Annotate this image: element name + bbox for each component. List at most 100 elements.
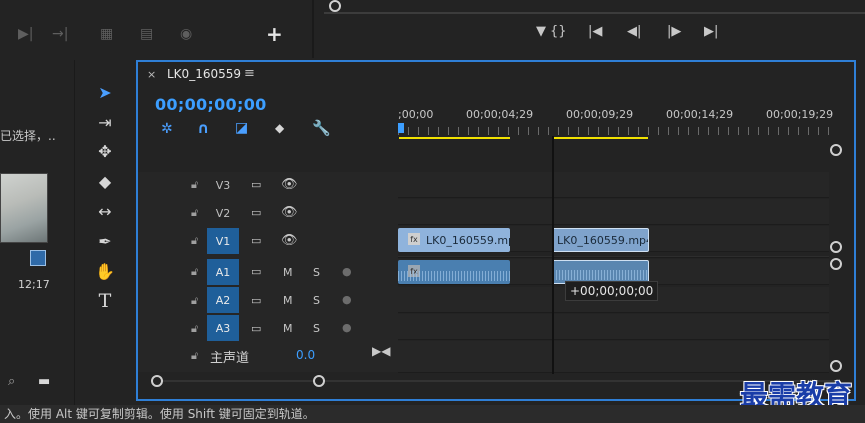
work-area-bar[interactable] [399, 137, 510, 139]
video-clip[interactable]: LK0_160559.mp4 [552, 228, 649, 252]
step-forward-disabled-icon: ▶| [18, 26, 34, 42]
mic-icon[interactable]: ● [342, 321, 352, 334]
add-button[interactable]: + [266, 24, 283, 44]
selection-status: 已选择，.. [0, 129, 56, 143]
step-back-icon[interactable]: ◀| [627, 25, 641, 38]
ruler-label: 00;00;14;29 [666, 108, 734, 121]
track-target-a3[interactable]: A3 [207, 315, 239, 341]
eye-icon[interactable]: 👁︎ [281, 205, 298, 220]
program-scrub-bar[interactable] [324, 12, 865, 14]
sequence-tab-title[interactable]: LK0_160559 [167, 67, 241, 81]
audio-clip[interactable]: fx [398, 260, 510, 284]
ruler-ticks [398, 127, 830, 135]
master-volume-value[interactable]: 0.0 [296, 348, 315, 362]
playhead-line[interactable] [552, 136, 554, 374]
thumbnail-duration: 12;17 [18, 278, 50, 291]
hand-tool-icon[interactable]: ✋ [90, 259, 120, 283]
scroll-handle-left[interactable] [151, 375, 163, 387]
track-target-v1[interactable]: V1 [207, 228, 239, 254]
ruler-label: ;00;00 [398, 108, 434, 121]
panel-menu-icon[interactable]: ≡ [244, 66, 255, 81]
mute-button[interactable]: M [283, 294, 293, 307]
close-tab-icon[interactable]: × [147, 68, 156, 81]
type-tool-icon[interactable]: T [90, 289, 120, 313]
playhead-timecode[interactable]: 00;00;00;00 [155, 95, 267, 114]
scroll-handle-right[interactable] [313, 375, 325, 387]
sync-lock-icon[interactable]: ▭ [251, 178, 261, 191]
track-lane-v3[interactable] [398, 172, 829, 198]
solo-button[interactable]: S [313, 322, 320, 335]
eye-icon[interactable]: 👁︎ [281, 233, 298, 248]
sync-lock-icon[interactable]: ▭ [251, 206, 261, 219]
audio-waveform [553, 270, 648, 280]
zoom-handle[interactable] [830, 241, 842, 253]
go-to-in-icon[interactable]: |◀ [588, 25, 602, 38]
mic-icon[interactable]: ● [342, 265, 352, 278]
fx-badge-icon: fx [408, 233, 420, 245]
status-bar: 入。使用 Alt 键可复制剪辑。使用 Shift 键可固定到轨道。 [0, 405, 865, 423]
mute-button[interactable]: M [283, 266, 293, 279]
lock-icon[interactable]: 🔓︎ [191, 206, 198, 220]
zoom-handle[interactable] [830, 258, 842, 270]
horizontal-scrollbar[interactable] [162, 380, 836, 382]
track-lane-a3[interactable] [398, 314, 829, 340]
track-target-a2[interactable]: A2 [207, 287, 239, 313]
ripple-edit-tool-icon[interactable]: ✥ [90, 139, 120, 163]
clip-name: LK0_160559.mp [426, 233, 510, 247]
clip-thumbnail[interactable] [0, 173, 48, 243]
go-to-end-icon[interactable]: ▶◀ [372, 344, 390, 358]
zoom-handle[interactable] [830, 360, 842, 372]
slip-tool-icon[interactable]: ↔ [90, 199, 120, 223]
insert-disabled-icon: →| [52, 26, 69, 42]
track-target-a1[interactable]: A1 [207, 259, 239, 285]
solo-button[interactable]: S [313, 294, 320, 307]
mic-icon[interactable]: ● [342, 293, 352, 306]
ruler-label: 00;00;09;29 [566, 108, 634, 121]
lock-icon[interactable]: 🔓︎ [191, 294, 198, 308]
track-lane-master[interactable] [398, 341, 829, 373]
folder-icon[interactable]: ▬ [38, 374, 50, 389]
sequence-badge-icon [30, 250, 46, 266]
mute-button[interactable]: M [283, 322, 293, 335]
ruler-label: 00;00;04;29 [466, 108, 534, 121]
pen-tool-icon[interactable]: ✒ [90, 229, 120, 253]
go-to-out-icon[interactable]: ▶| [704, 25, 718, 38]
track-select-tool-icon[interactable]: ⇥ [90, 110, 120, 134]
search-icon[interactable]: ⌕ [8, 374, 15, 389]
step-forward-icon[interactable]: |▶ [667, 25, 681, 38]
add-marker-icon[interactable]: ◆ [275, 121, 284, 135]
track-lane-v2[interactable] [398, 199, 829, 225]
video-clip[interactable]: fx LK0_160559.mp [398, 228, 510, 252]
sync-lock-icon[interactable]: ▭ [251, 322, 261, 335]
sync-lock-icon[interactable]: ▭ [251, 265, 261, 278]
track-divider[interactable] [398, 256, 829, 258]
mark-in-out-icon[interactable]: {} [550, 25, 567, 38]
eye-icon[interactable]: 👁︎ [281, 177, 298, 192]
settings-wrench-icon[interactable]: 🔧 [312, 119, 331, 137]
lock-icon[interactable]: 🔓︎ [191, 178, 198, 192]
track-target-v2[interactable]: V2 [207, 200, 239, 226]
add-marker-icon[interactable]: ▼ [536, 25, 546, 38]
nest-toggle-icon[interactable]: ✲ [161, 121, 173, 137]
playhead-start-marker[interactable] [398, 123, 404, 133]
program-scrub-handle[interactable] [329, 0, 341, 12]
lock-icon[interactable]: 🔓︎ [191, 234, 198, 248]
zoom-handle[interactable] [830, 144, 842, 156]
track-headers [138, 172, 398, 372]
track-target-v3[interactable]: V3 [207, 172, 239, 198]
sync-lock-icon[interactable]: ▭ [251, 234, 261, 247]
solo-button[interactable]: S [313, 266, 320, 279]
selection-tool-icon[interactable]: ➤ [90, 80, 120, 104]
work-area-bar[interactable] [552, 137, 648, 139]
program-monitor-controls-left: ▶| →| ▦ ▤ ◉ + [0, 0, 312, 58]
master-track-label: 主声道 [210, 351, 250, 366]
lock-icon[interactable]: 🔓︎ [191, 322, 198, 336]
razor-tool-icon[interactable]: ◆ [90, 169, 120, 193]
lock-icon[interactable]: 🔓︎ [191, 265, 198, 279]
linked-selection-icon[interactable]: ◪ [235, 120, 248, 136]
extract-disabled-icon: ▤ [140, 26, 154, 42]
sync-lock-icon[interactable]: ▭ [251, 294, 261, 307]
lift-disabled-icon: ▦ [100, 26, 114, 42]
lock-icon[interactable]: 🔓︎ [191, 349, 198, 363]
snap-icon[interactable]: ∩ [197, 119, 209, 137]
